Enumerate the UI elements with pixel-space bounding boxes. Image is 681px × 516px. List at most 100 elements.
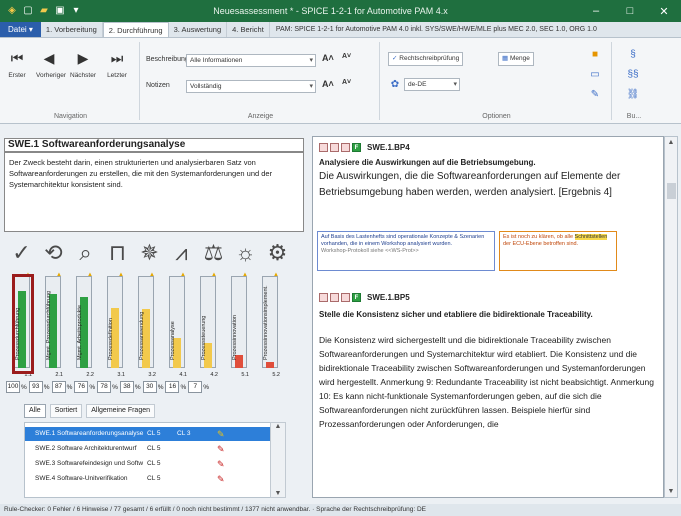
rating-f-checkbox[interactable]: F (352, 293, 361, 302)
paragraph-icon[interactable]: § (626, 48, 640, 62)
save-icon[interactable]: ▣ (54, 5, 66, 17)
process-list-item[interactable]: SWE.4 Software-Unitverifikation CL 5 ✎ (25, 472, 273, 486)
percent-value[interactable]: 38 (119, 381, 134, 393)
process-list-item[interactable]: SWE.1 Softwareanforderungsanalyse CL 5 CL … (25, 427, 273, 441)
open-folder-icon[interactable]: ▰ (38, 5, 50, 17)
percent-sign: % (43, 383, 50, 391)
more-group-label: Bu... (626, 113, 642, 120)
percent-value[interactable]: 76 (74, 381, 89, 393)
amount-button[interactable]: ▦ Menge (498, 52, 534, 66)
rating-p-checkbox[interactable] (330, 143, 339, 152)
scroll-down-icon[interactable]: ▼ (271, 490, 285, 497)
font-shrink-icon[interactable]: A˅ (342, 53, 351, 60)
file-menu-button[interactable]: Datei ▾ (0, 22, 41, 37)
capability-bars: Prozessdurchführung 1.1 ▲ Mgmt. Prozessdurc… (6, 272, 302, 378)
scroll-down-icon[interactable]: ▼ (665, 488, 677, 495)
process-list-item[interactable]: SWE.2 Software Architekturentwurf CL 5 ✎ (25, 442, 273, 456)
percent-value[interactable]: 30 (142, 381, 157, 393)
percent-sign: % (66, 383, 73, 391)
pencil-icon[interactable]: ✎ (217, 472, 237, 486)
filter-general-questions[interactable]: Allgemeine Fragen (86, 404, 156, 418)
tab-preparation[interactable]: 1. Vorbereitung (41, 22, 103, 37)
title-bar: ◈ ▢ ▰ ▣ ▾ Neuesassessment * - SPICE 1-2-… (0, 0, 681, 22)
tab-report[interactable]: 4. Bericht (227, 22, 270, 37)
scroll-up-icon[interactable]: ▲ (271, 423, 285, 430)
capability-bar[interactable]: Prozessanalyse 4.1 ▲ (169, 272, 187, 378)
status-bar: Rule-Checker: 0 Fehler / 6 Hinweise / 77… (0, 504, 681, 516)
capability-bar[interactable]: Mgmt. Arbeitsprodukte 2.2 ▲ (76, 272, 94, 378)
notes-font-grow-icon[interactable]: A˄ (322, 79, 334, 89)
filter-sorted[interactable]: Sortiert (49, 404, 83, 418)
search-icon[interactable]: ⌕ (70, 238, 101, 270)
capability-bar[interactable]: Mgmt. Prozessdurchführung 2.1 ▲ (45, 272, 63, 378)
last-button[interactable]: ⏭ Letzter (104, 50, 130, 79)
capability-bar[interactable]: Prozessanwendung 3.2 ▲ (138, 272, 156, 378)
pencil-icon[interactable]: ✎ (217, 442, 237, 456)
link-icon[interactable]: ⛓ (626, 88, 640, 102)
bp4-header: F SWE.1.BP4 (319, 143, 410, 152)
edit-icon[interactable]: ✎ (588, 88, 602, 102)
new-file-icon[interactable]: ▢ (22, 5, 34, 17)
bp4-note-link[interactable]: Workshop-Protokoll siehe <<WS-Prot>> (321, 248, 419, 254)
percent-value[interactable]: 87 (51, 381, 66, 393)
pencil-icon[interactable]: ✎ (217, 457, 237, 471)
check-icon[interactable]: ✓ (6, 238, 37, 270)
pencil-icon[interactable]: ✎ (217, 427, 237, 441)
gear-icon[interactable]: ✵ (134, 238, 165, 270)
highlight-icon[interactable]: ■ (588, 48, 602, 62)
percent-sign: % (203, 383, 210, 391)
minimize-button[interactable]: – (579, 5, 613, 18)
percent-value[interactable]: 100 (6, 381, 20, 393)
next-button[interactable]: ▶ Nächster (70, 50, 96, 79)
previous-button[interactable]: ◀ Vorheriger (36, 50, 66, 79)
notes-font-shrink-icon[interactable]: A˅ (342, 79, 351, 86)
rating-l-checkbox[interactable] (341, 143, 350, 152)
rating-p-checkbox[interactable] (330, 293, 339, 302)
rating-n-checkbox[interactable] (319, 293, 328, 302)
language-select[interactable]: de-DE ▾ (404, 78, 460, 91)
book-icon[interactable]: ⊓ (102, 238, 133, 270)
process-list-scrollbar[interactable]: ▲ ▼ (270, 422, 286, 498)
description-select[interactable]: Alle Informationen ▾ (186, 54, 316, 67)
bp4-comment[interactable]: Es ist noch zu klären, ob alle Schnittst… (499, 231, 617, 271)
tab-evaluation[interactable]: 3. Auswertung (169, 22, 228, 37)
paragraphs-icon[interactable]: §§ (626, 68, 640, 82)
percent-value[interactable]: 16 (165, 381, 180, 393)
percent-value[interactable]: 7 (188, 381, 203, 393)
process-list-item[interactable]: SWE.3 Softwarefeindesign und Softw CL 5 ✎ (25, 457, 273, 471)
rating-n-checkbox[interactable] (319, 143, 328, 152)
spellcheck-button[interactable]: ✓ Rechtschreibprüfung (388, 52, 464, 66)
practice-panel-scrollbar[interactable]: ▲ ▼ (664, 136, 678, 498)
scroll-up-icon[interactable]: ▲ (665, 139, 677, 146)
bp5-text[interactable]: Die Konsistenz wird sichergestellt und d… (319, 333, 655, 431)
balance-icon[interactable]: ⚖ (198, 238, 229, 270)
bp4-text[interactable]: Die Auswirkungen, die die Softwareanford… (319, 169, 655, 201)
capability-bar[interactable]: Prozessdefinition 3.1 ▲ (107, 272, 125, 378)
notes-select-value: Vollständig (190, 83, 222, 90)
capability-bar[interactable]: Prozessinnovation 5.1 ▲ (231, 272, 249, 378)
maximize-button[interactable]: □ (613, 5, 647, 18)
capability-bar[interactable]: Prozesssteuerung 4.2 ▲ (200, 272, 218, 378)
cogs-icon[interactable]: ⚙ (262, 238, 293, 270)
process-icon[interactable]: ⟲ (38, 238, 69, 270)
notes-select[interactable]: Vollständig ▾ (186, 80, 316, 93)
rating-f-checkbox[interactable]: F (352, 143, 361, 152)
tab-execution[interactable]: 2. Durchführung (102, 22, 169, 37)
percent-sign: % (134, 383, 141, 391)
bulb-icon[interactable]: ☼ (230, 238, 261, 270)
capability-bar[interactable]: Prozessinnovationsimplement. 5.2 ▲ (262, 272, 280, 378)
percent-value[interactable]: 78 (97, 381, 112, 393)
rating-l-checkbox[interactable] (341, 293, 350, 302)
filter-all[interactable]: Alle (24, 404, 46, 418)
quick-access-dropdown-icon[interactable]: ▾ (70, 5, 82, 17)
close-button[interactable]: ✕ (647, 5, 681, 18)
layout-icon[interactable]: ▭ (588, 68, 602, 82)
chart-icon[interactable]: ⩘ (166, 238, 197, 270)
process-achieved-level (177, 442, 217, 456)
display-group: Beschreibung Alle Informationen ▾ A˄ A˅ … (142, 42, 380, 120)
font-grow-icon[interactable]: A˄ (322, 53, 334, 63)
percent-value[interactable]: 93 (28, 381, 43, 393)
bp4-note[interactable]: Auf Basis des Lastenhefts sind operation… (317, 231, 495, 271)
scroll-thumb[interactable] (667, 183, 676, 199)
first-button[interactable]: ⏮ Erster (4, 50, 30, 79)
